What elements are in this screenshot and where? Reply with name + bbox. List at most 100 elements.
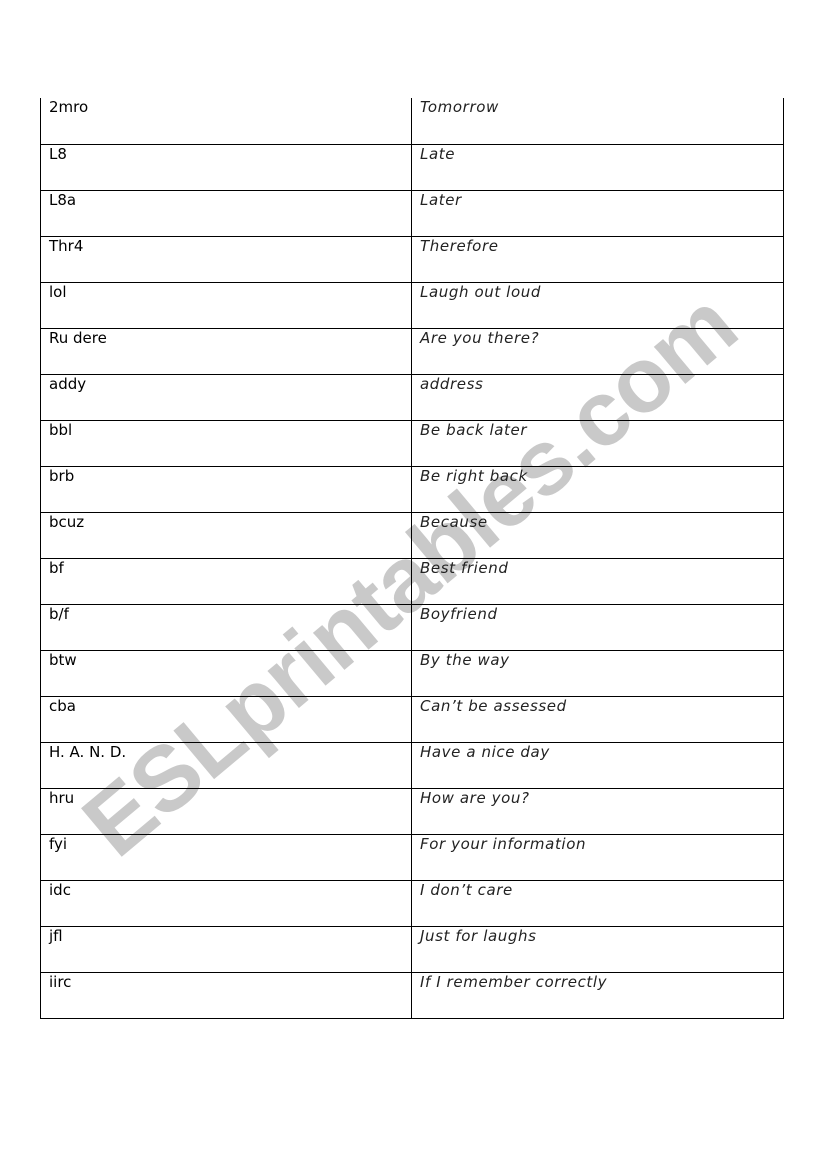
abbreviation-text: 2mro — [49, 98, 89, 116]
abbreviation-cell: iirc — [40, 972, 412, 1019]
table-row: fyi For your information — [40, 834, 784, 881]
meaning-text: Therefore — [420, 236, 499, 255]
table-row: btw By the way — [40, 650, 784, 697]
meaning-text: Because — [420, 512, 488, 531]
table-row: Ru dere Are you there? — [40, 328, 784, 375]
meaning-text: By the way — [420, 650, 510, 669]
abbreviation-table: 2mro Tomorrow L8 Late L8a Later Thr4 Therefore l… — [40, 98, 784, 1019]
worksheet-page: ESLprintables.com 2mro Tomorrow L8 Late L8a L… — [0, 0, 821, 1169]
meaning-cell: Can’t be assessed — [411, 696, 784, 743]
meaning-text: Late — [420, 144, 456, 163]
table-row: hru How are you? — [40, 788, 784, 835]
abbreviation-text: brb — [49, 466, 75, 485]
meaning-cell: Be right back — [411, 466, 784, 513]
abbreviation-text: bbl — [49, 420, 73, 439]
meaning-cell: Therefore — [411, 236, 784, 283]
table-row: bbl Be back later — [40, 420, 784, 467]
abbreviation-text: addy — [49, 374, 87, 393]
meaning-cell: Late — [411, 144, 784, 191]
abbreviation-cell: addy — [40, 374, 412, 421]
table-row: 2mro Tomorrow — [40, 98, 784, 145]
abbreviation-text: H. A. N. D. — [49, 742, 127, 761]
table-row: brb Be right back — [40, 466, 784, 513]
abbreviation-cell: fyi — [40, 834, 412, 881]
meaning-text: Laugh out loud — [420, 282, 541, 301]
meaning-text: Later — [420, 190, 462, 209]
meaning-cell: address — [411, 374, 784, 421]
table-row: addy address — [40, 374, 784, 421]
meaning-text: Tomorrow — [420, 98, 499, 116]
table-row: iirc If I remember correctly — [40, 972, 784, 1019]
abbreviation-cell: bf — [40, 558, 412, 605]
meaning-text: How are you? — [420, 788, 530, 807]
abbreviation-cell: b/f — [40, 604, 412, 651]
meaning-cell: Have a nice day — [411, 742, 784, 789]
meaning-cell: I don’t care — [411, 880, 784, 927]
abbreviation-text: L8 — [49, 144, 67, 163]
table-row: H. A. N. D. Have a nice day — [40, 742, 784, 789]
meaning-cell: Are you there? — [411, 328, 784, 375]
abbreviation-text: btw — [49, 650, 77, 669]
table-row: bcuz Because — [40, 512, 784, 559]
abbreviation-text: L8a — [49, 190, 77, 209]
abbreviation-cell: L8 — [40, 144, 412, 191]
abbreviation-text: hru — [49, 788, 75, 807]
meaning-text: Best friend — [420, 558, 509, 577]
meaning-cell: Best friend — [411, 558, 784, 605]
abbreviation-cell: Thr4 — [40, 236, 412, 283]
meaning-cell: Later — [411, 190, 784, 237]
meaning-text: Have a nice day — [420, 742, 550, 761]
abbreviation-text: idc — [49, 880, 71, 899]
abbreviation-cell: hru — [40, 788, 412, 835]
abbreviation-cell: bcuz — [40, 512, 412, 559]
meaning-text: Boyfriend — [420, 604, 498, 623]
table-row: L8 Late — [40, 144, 784, 191]
abbreviation-cell: bbl — [40, 420, 412, 467]
abbreviation-text: Ru dere — [49, 328, 107, 347]
abbreviation-text: fyi — [49, 834, 68, 853]
table-row: cba Can’t be assessed — [40, 696, 784, 743]
table-row: lol Laugh out loud — [40, 282, 784, 329]
meaning-cell: Boyfriend — [411, 604, 784, 651]
meaning-cell: Tomorrow — [411, 98, 784, 145]
meaning-text: Just for laughs — [420, 926, 537, 945]
meaning-cell: Laugh out loud — [411, 282, 784, 329]
abbreviation-cell: brb — [40, 466, 412, 513]
table-row: Thr4 Therefore — [40, 236, 784, 283]
meaning-text: I don’t care — [420, 880, 513, 899]
abbreviation-text: jfl — [49, 926, 63, 945]
meaning-text: Be back later — [420, 420, 528, 439]
table-row: jfl Just for laughs — [40, 926, 784, 973]
abbreviation-text: Thr4 — [49, 236, 84, 255]
abbreviation-cell: 2mro — [40, 98, 412, 145]
abbreviation-cell: cba — [40, 696, 412, 743]
abbreviation-cell: btw — [40, 650, 412, 697]
abbreviation-text: iirc — [49, 972, 72, 991]
meaning-text: If I remember correctly — [420, 972, 608, 991]
meaning-text: Can’t be assessed — [420, 696, 567, 715]
abbreviation-text: b/f — [49, 604, 69, 623]
meaning-cell: Because — [411, 512, 784, 559]
abbreviation-text: bcuz — [49, 512, 85, 531]
meaning-cell: Be back later — [411, 420, 784, 467]
abbreviation-text: cba — [49, 696, 76, 715]
table-row: L8a Later — [40, 190, 784, 237]
meaning-cell: Just for laughs — [411, 926, 784, 973]
meaning-text: address — [420, 374, 484, 393]
abbreviation-cell: idc — [40, 880, 412, 927]
abbreviation-cell: lol — [40, 282, 412, 329]
table-row: bf Best friend — [40, 558, 784, 605]
abbreviation-cell: L8a — [40, 190, 412, 237]
meaning-text: For your information — [420, 834, 587, 853]
abbreviation-cell: H. A. N. D. — [40, 742, 412, 789]
meaning-text: Be right back — [420, 466, 528, 485]
table-row: idc I don’t care — [40, 880, 784, 927]
meaning-cell: If I remember correctly — [411, 972, 784, 1019]
abbreviation-cell: Ru dere — [40, 328, 412, 375]
meaning-text: Are you there? — [420, 328, 540, 347]
abbreviation-text: bf — [49, 558, 64, 577]
meaning-cell: How are you? — [411, 788, 784, 835]
meaning-cell: By the way — [411, 650, 784, 697]
abbreviation-cell: jfl — [40, 926, 412, 973]
abbreviation-text: lol — [49, 282, 67, 301]
